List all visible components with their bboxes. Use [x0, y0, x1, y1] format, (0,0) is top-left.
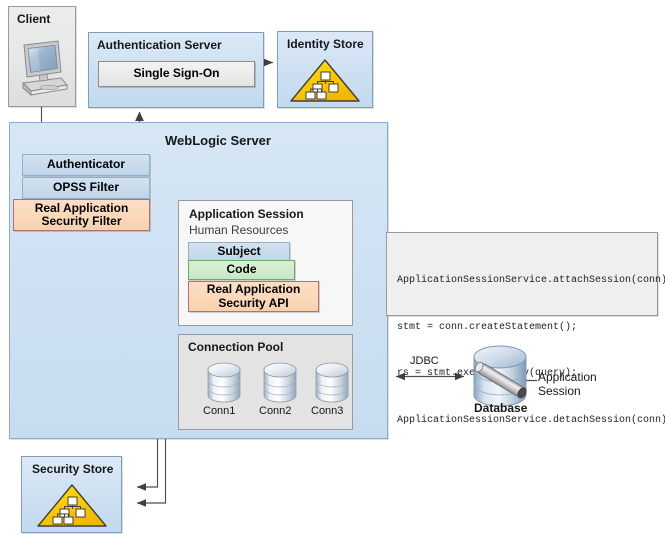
connection-pool-title: Connection Pool: [188, 340, 284, 354]
code-label: Code: [226, 262, 257, 277]
code-line-1: ApplicationSessionService.attachSession(…: [397, 275, 665, 286]
yellow-triangle-store-icon: [290, 59, 360, 102]
conn1-cylinder: [207, 362, 241, 403]
real-application-security-filter-bar[interactable]: Real Application Security Filter: [13, 199, 150, 231]
opss-filter-bar[interactable]: OPSS Filter: [22, 177, 150, 199]
conn2-cylinder: [263, 362, 297, 403]
client-label: Client: [17, 12, 51, 26]
ras-filter-label-line1: Real Application: [34, 200, 129, 215]
ras-api-label-line2: Security API: [218, 295, 289, 310]
yellow-triangle-store-icon: [37, 484, 107, 527]
application-session-subtitle: Human Resources: [189, 223, 289, 237]
security-store-label: Security Store: [32, 462, 114, 476]
authentication-server-label: Authentication Server: [97, 38, 222, 52]
identity-store-label: Identity Store: [287, 37, 364, 51]
single-sign-on-bar[interactable]: Single Sign-On: [98, 61, 255, 87]
identity-store-panel: Identity Store: [277, 31, 373, 108]
database-label: Database: [474, 401, 528, 415]
code-snippet-panel: ApplicationSessionService.attachSession(…: [386, 232, 665, 426]
opss-filter-label: OPSS Filter: [52, 180, 120, 195]
ras-api-label-line1: Real Application: [206, 282, 301, 297]
security-store-panel: Security Store: [21, 456, 122, 533]
conn1-label: Conn1: [203, 405, 236, 417]
authenticator-bar[interactable]: Authenticator: [22, 154, 150, 176]
ras-filter-label-line2: Security Filter: [41, 214, 122, 228]
code-bar[interactable]: Code: [188, 260, 295, 280]
application-session-callout-line2: Session: [538, 384, 581, 398]
jdbc-label: JDBC: [410, 355, 439, 367]
real-application-security-api-bar[interactable]: Real Application Security API: [188, 281, 319, 312]
single-sign-on-label: Single Sign-On: [133, 66, 220, 81]
weblogic-server-label: WebLogic Server: [165, 133, 271, 148]
application-session-title: Application Session: [189, 207, 304, 221]
application-session-callout-line1: Application: [538, 370, 597, 384]
client-panel: Client: [8, 6, 76, 107]
authenticator-label: Authenticator: [47, 157, 125, 172]
desktop-computer-icon: [21, 40, 68, 97]
conn2-label: Conn2: [259, 405, 292, 417]
code-line-2: stmt = conn.createStatement();: [397, 321, 578, 333]
subject-bar[interactable]: Subject: [188, 242, 290, 262]
conn3-label: Conn3: [311, 405, 344, 417]
authentication-server-panel: Authentication Server Single Sign-On: [88, 32, 264, 108]
subject-label: Subject: [217, 244, 261, 259]
conn3-cylinder: [315, 362, 349, 403]
